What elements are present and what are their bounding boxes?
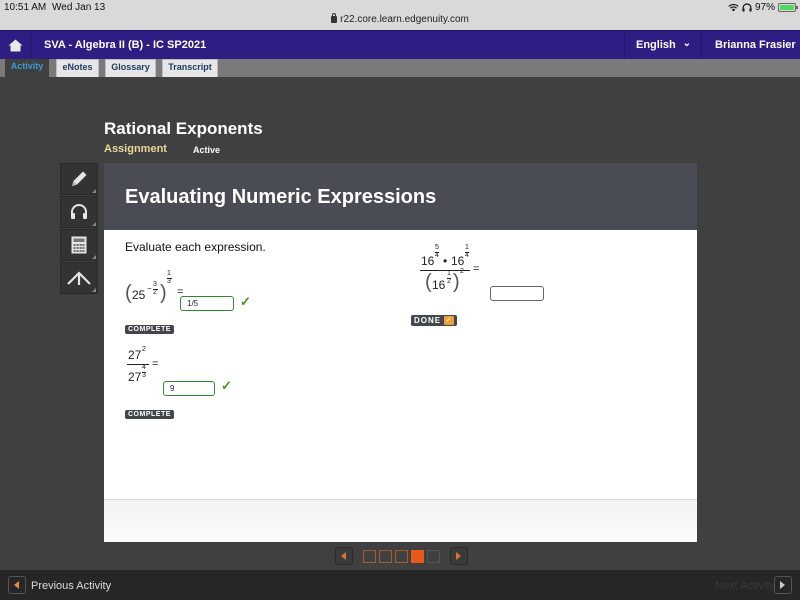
done-button[interactable]: DONE ✓ xyxy=(411,315,458,326)
audio-tool-button[interactable] xyxy=(60,196,98,228)
checkmark-icon: ✓ xyxy=(240,294,251,309)
checkmark-icon: ✓ xyxy=(221,378,232,393)
headphones-icon xyxy=(742,3,752,12)
caret-right-icon xyxy=(456,552,461,560)
clock-date: Wed Jan 13 xyxy=(52,2,106,13)
prev-page-button[interactable] xyxy=(335,547,353,565)
status-badge-complete: COMPLETE xyxy=(125,325,174,334)
status-badge-complete: COMPLETE xyxy=(125,410,174,419)
home-button[interactable] xyxy=(0,31,31,60)
lesson-type: Assignment xyxy=(104,143,167,155)
battery-icon xyxy=(778,3,798,12)
done-label: DONE xyxy=(414,316,442,325)
activity-frame: Evaluating Numeric Expressions Evaluate … xyxy=(104,163,697,542)
activity-header: Evaluating Numeric Expressions xyxy=(104,163,697,230)
page-3[interactable] xyxy=(395,549,408,563)
answer-input-2[interactable]: 9 xyxy=(163,381,215,396)
tab-bar: Activity eNotes Glossary Transcript xyxy=(0,59,800,77)
tab-transcript[interactable]: Transcript xyxy=(162,59,218,77)
previous-activity-label[interactable]: Previous Activity xyxy=(31,580,111,592)
caret-left-icon xyxy=(341,552,346,560)
top-navigation: SVA - Algebra II (B) - IC SP2021 English… xyxy=(0,30,800,60)
home-icon xyxy=(8,39,22,52)
headphones-icon xyxy=(71,204,87,219)
next-activity-button[interactable] xyxy=(774,576,792,594)
calculator-tool-button[interactable] xyxy=(60,229,98,261)
calculator-icon xyxy=(71,236,87,254)
activity-body: Evaluate each expression. ( 25 − 3 2 ) 1… xyxy=(104,230,697,500)
collapse-icon xyxy=(67,271,91,285)
battery-percent: 97% xyxy=(754,2,775,13)
lock-icon xyxy=(331,13,338,23)
lesson-title: Rational Exponents xyxy=(104,119,263,138)
activity-bottom-bar: Previous Activity Next Activity xyxy=(0,570,800,600)
pencil-tool-button[interactable] xyxy=(60,163,98,195)
status-icons: 97% xyxy=(728,2,798,13)
lesson-status: Active xyxy=(193,145,221,155)
instructions: Evaluate each expression. xyxy=(125,240,266,254)
address-bar[interactable]: r22.core.learn.edgenuity.com xyxy=(0,13,800,25)
language-label: English xyxy=(636,39,676,51)
tab-glossary[interactable]: Glossary xyxy=(105,59,156,77)
page-navigation xyxy=(335,546,468,566)
main-content: Rational Exponents Assignment Active Eva… xyxy=(0,77,800,570)
user-name[interactable]: Brianna Frasier xyxy=(715,39,796,51)
clock-time: 10:51 AM xyxy=(4,2,47,13)
collapse-tool-button[interactable] xyxy=(60,262,98,294)
course-title: SVA - Algebra II (B) - IC SP2021 xyxy=(44,39,207,51)
page-1[interactable] xyxy=(363,549,376,563)
tool-palette xyxy=(60,163,98,295)
tab-activity[interactable]: Activity xyxy=(5,59,49,77)
answer-input-3[interactable] xyxy=(490,286,544,301)
next-activity-label: Next Activity xyxy=(715,580,775,592)
caret-left-icon xyxy=(14,581,19,589)
page-4-current[interactable] xyxy=(411,549,424,563)
page-5[interactable] xyxy=(427,549,440,563)
page-2[interactable] xyxy=(379,549,392,563)
caret-right-icon xyxy=(780,581,785,589)
previous-activity-button[interactable] xyxy=(8,576,26,594)
answer-input-1[interactable]: 1/5 xyxy=(180,296,234,311)
wifi-icon xyxy=(728,4,739,12)
chevron-down-icon: ⌄ xyxy=(682,38,691,49)
pencil-icon xyxy=(72,171,87,186)
language-dropdown[interactable]: English ⌄ xyxy=(624,31,702,60)
next-page-button[interactable] xyxy=(450,547,468,565)
url-text: r22.core.learn.edgenuity.com xyxy=(340,14,469,25)
activity-footer xyxy=(104,500,697,542)
checkbox-check-icon: ✓ xyxy=(444,316,455,325)
device-status-bar: 10:51 AM Wed Jan 13 r22.core.learn.edgen… xyxy=(0,0,800,30)
tab-enotes[interactable]: eNotes xyxy=(56,59,99,77)
